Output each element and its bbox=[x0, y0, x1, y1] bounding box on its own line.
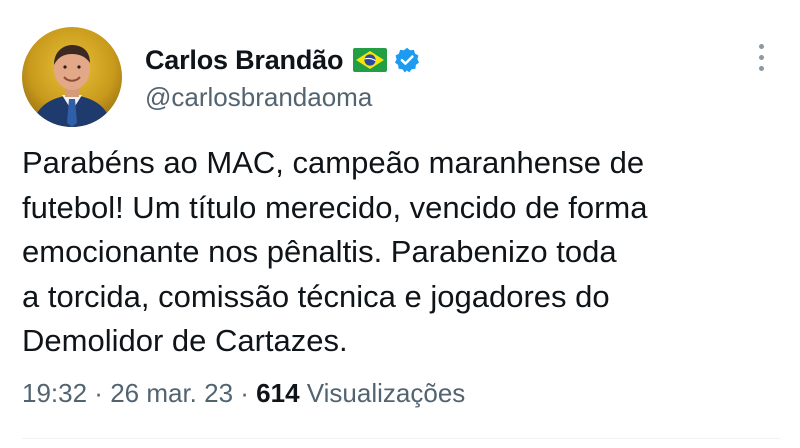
meta-separator: · bbox=[87, 378, 111, 408]
divider bbox=[22, 438, 780, 439]
views-label[interactable]: Visualizações bbox=[307, 378, 466, 408]
views-count[interactable]: 614 bbox=[256, 378, 299, 408]
more-dot bbox=[759, 55, 764, 60]
tweet-card: Carlos Brandão @carlosbrandaoma Parabéns… bbox=[0, 0, 800, 448]
avatar-image bbox=[22, 27, 122, 127]
tweet-text-line: Demolidor de Cartazes. bbox=[22, 323, 348, 358]
tweet-text: Parabéns ao MAC, campeão maranhense de f… bbox=[22, 141, 792, 364]
more-dot bbox=[759, 44, 764, 49]
tweet-text-line: futebol! Um título merecido, vencido de … bbox=[22, 189, 648, 225]
brazil-flag-icon bbox=[353, 48, 388, 72]
meta-separator: · bbox=[233, 378, 257, 408]
more-dot bbox=[759, 66, 764, 71]
tweet-text-line: emocionante nos pênaltis. Parabenizo tod… bbox=[22, 234, 617, 269]
tweet-date[interactable]: 26 mar. 23 bbox=[110, 378, 233, 408]
verified-badge-icon[interactable] bbox=[393, 46, 421, 74]
tweet-text-line: Parabéns ao MAC, campeão maranhense de bbox=[22, 145, 645, 180]
more-vertical-icon[interactable] bbox=[752, 40, 772, 76]
author-display-name[interactable]: Carlos Brandão bbox=[145, 45, 343, 76]
author-name-row: Carlos Brandão bbox=[145, 40, 421, 80]
tweet-time[interactable]: 19:32 bbox=[22, 378, 87, 408]
author-handle[interactable]: @carlosbrandaoma bbox=[145, 82, 372, 113]
tweet-text-line: a torcida, comissão técnica e jogadores … bbox=[22, 278, 610, 314]
tweet-metadata: 19:32 · 26 mar. 23 · 614 Visualizações bbox=[22, 378, 465, 409]
avatar[interactable] bbox=[22, 27, 122, 127]
